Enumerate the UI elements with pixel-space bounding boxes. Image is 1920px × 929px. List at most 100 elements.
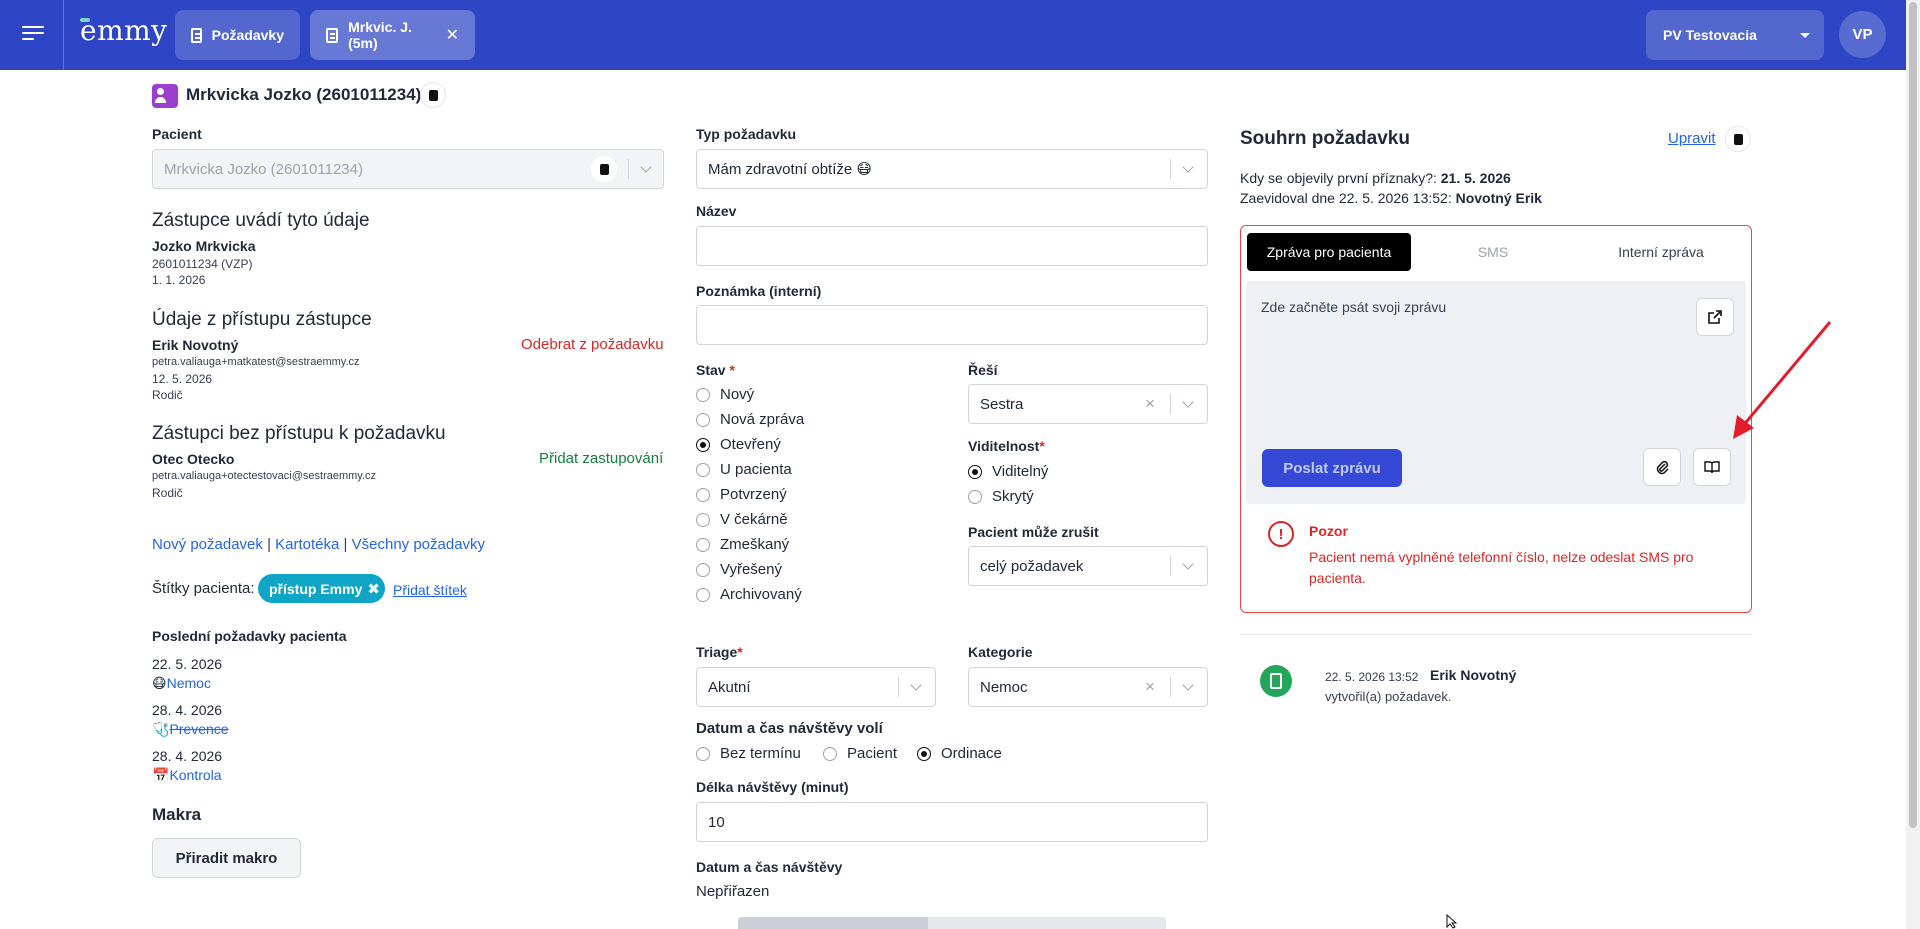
warning-icon: ! [1268, 521, 1294, 547]
visibility-radio-visible[interactable]: Viditelný [968, 463, 1048, 480]
avatar[interactable]: VP [1839, 11, 1886, 58]
state-radio-archived[interactable]: Archivovaný [696, 586, 802, 603]
link-separator: | [267, 536, 271, 553]
message-composer[interactable]: Zde začněte psát svoji zprávu Poslat zpr… [1246, 281, 1746, 504]
duration-label: Délka návštěvy (minut) [696, 779, 849, 795]
clear-icon[interactable]: × [1145, 394, 1155, 414]
datetime-label: Datum a čas návštěvy [696, 859, 843, 875]
radio-button [917, 746, 931, 761]
state-radio-confirmed[interactable]: Potvrzený [696, 486, 787, 503]
triage-select[interactable]: Akutní [696, 667, 936, 707]
divider [63, 0, 64, 70]
close-icon[interactable]: ✕ [446, 25, 459, 45]
card-index-link[interactable]: Kartotéka [275, 536, 339, 553]
chevron-down-icon [640, 161, 652, 173]
resolver-value: Sestra [980, 395, 1024, 413]
chevron-down-icon [1182, 396, 1194, 408]
note-field[interactable] [696, 305, 1208, 345]
menu-icon[interactable] [22, 26, 44, 42]
state-radio-new[interactable]: Nový [696, 386, 754, 403]
visit-radio-no-date[interactable]: Bez termínu [696, 745, 801, 762]
scrollbar-thumb[interactable] [1909, 2, 1917, 828]
noaccess-email: petra.valiauga+otectestovaci@sestraemmy.… [152, 470, 377, 482]
stethoscope-icon: 🩺 [152, 721, 170, 737]
history-time: 22. 5. 2026 13:52 [1325, 670, 1419, 684]
state-radio-new-message[interactable]: Nová zpráva [696, 411, 804, 428]
document-icon [326, 27, 339, 43]
edit-link[interactable]: Upravit [1668, 130, 1716, 147]
recent-item[interactable]: 😷Nemoc [152, 675, 211, 692]
add-tag-link[interactable]: Přidat štítek [393, 582, 467, 598]
visit-radio-office[interactable]: Ordinace [917, 745, 1002, 762]
request-type-select[interactable]: Mám zdravotní obtíže 😷 [696, 149, 1208, 189]
radio-button [696, 412, 710, 427]
radio-button [696, 387, 710, 402]
state-radio-resolved[interactable]: Vyřešený [696, 561, 782, 578]
new-request-link[interactable]: Nový požadavek [152, 536, 263, 553]
patient-field: Mrkvicka Jozko (2601011234) [152, 149, 664, 189]
tab-pozadavky[interactable]: Požadavky [175, 10, 300, 60]
access-name: Erik Novotný [152, 337, 239, 353]
recorded-by: Novotný Erik [1455, 190, 1542, 206]
history-author: Erik Novotný [1430, 667, 1517, 683]
required-mark: * [729, 362, 735, 378]
app-logo[interactable]: emmy [80, 14, 168, 47]
symptoms-value: 21. 5. 2026 [1440, 170, 1511, 186]
progress-bar [738, 917, 1166, 929]
noaccess-heading: Zástupci bez přístupu k požadavku [152, 423, 446, 444]
recent-item-label[interactable]: Nemoc [167, 675, 211, 691]
recent-item-label[interactable]: Kontrola [169, 767, 221, 783]
category-select[interactable]: Nemoc × [968, 667, 1208, 707]
workspace-label: PV Testovacia [1663, 27, 1757, 43]
copy-icon[interactable] [420, 82, 446, 108]
tab-patient-request[interactable]: Mrkvic. J. (5m) ✕ [310, 10, 475, 60]
book-icon[interactable] [1693, 448, 1731, 486]
patient-value: Mrkvicka Jozko (2601011234) [164, 160, 363, 178]
visibility-radio-hidden[interactable]: Skrytý [968, 488, 1034, 505]
rep-name: Jozko Mrkvicka [152, 238, 256, 254]
recent-date: 28. 4. 2026 [152, 748, 223, 764]
divider [898, 677, 899, 697]
macros-heading: Makra [152, 805, 202, 824]
all-requests-link[interactable]: Všechny požadavky [352, 536, 485, 553]
duration-field[interactable]: 10 [696, 802, 1208, 842]
state-radio-missed[interactable]: Zmeškaný [696, 536, 789, 553]
tab-patient-message[interactable]: Zpráva pro pacienta [1247, 233, 1411, 271]
tab-label: Mrkvic. J. (5m) [348, 19, 412, 51]
recent-item-label[interactable]: Prevence [169, 721, 228, 737]
radio-button [968, 489, 982, 504]
cancel-select[interactable]: celý požadavek [968, 546, 1208, 586]
cancel-label: Pacient může zrušit [968, 524, 1099, 540]
summary-heading: Souhrn požadavku [1240, 128, 1410, 149]
send-message-button[interactable]: Poslat zprávu [1262, 449, 1402, 487]
recent-item[interactable]: 🩺Prevence [152, 721, 229, 738]
message-placeholder[interactable]: Zde začněte psát svoji zprávu [1261, 299, 1446, 315]
assign-macro-button[interactable]: Přiradit makro [152, 838, 301, 878]
remove-link[interactable]: Odebrat z požadavku [521, 336, 664, 353]
scrollbar[interactable] [1906, 0, 1920, 929]
recent-item[interactable]: 📅Kontrola [152, 767, 222, 784]
visit-radio-patient[interactable]: Pacient [823, 745, 897, 762]
attachment-icon[interactable] [1643, 448, 1681, 486]
clear-icon[interactable]: × [1145, 677, 1155, 697]
state-radio-open[interactable]: Otevřený [696, 436, 781, 453]
visibility-label: Viditelnost* [968, 438, 1045, 454]
tab-sms[interactable]: SMS [1411, 233, 1575, 271]
datetime-value: Nepřiřazen [696, 883, 770, 900]
tab-internal-message[interactable]: Interní zpráva [1577, 233, 1745, 271]
resolver-select[interactable]: Sestra × [968, 384, 1208, 424]
add-representation-link[interactable]: Přidat zastupování [539, 450, 663, 467]
required-mark: * [1039, 438, 1045, 454]
name-label: Název [696, 203, 737, 219]
copy-icon[interactable] [1725, 126, 1751, 152]
document-icon [191, 27, 202, 43]
name-field[interactable] [696, 226, 1208, 266]
state-radio-at-patient[interactable]: U pacienta [696, 461, 792, 478]
workspace-select[interactable]: PV Testovacia [1646, 10, 1824, 60]
remove-tag-icon[interactable]: ✖ [367, 580, 380, 598]
divider [1170, 556, 1171, 576]
mouse-cursor-icon [1446, 914, 1458, 929]
sick-icon: 😷 [152, 675, 167, 691]
state-radio-waiting-room[interactable]: V čekárně [696, 511, 788, 528]
copy-icon[interactable] [591, 156, 617, 182]
